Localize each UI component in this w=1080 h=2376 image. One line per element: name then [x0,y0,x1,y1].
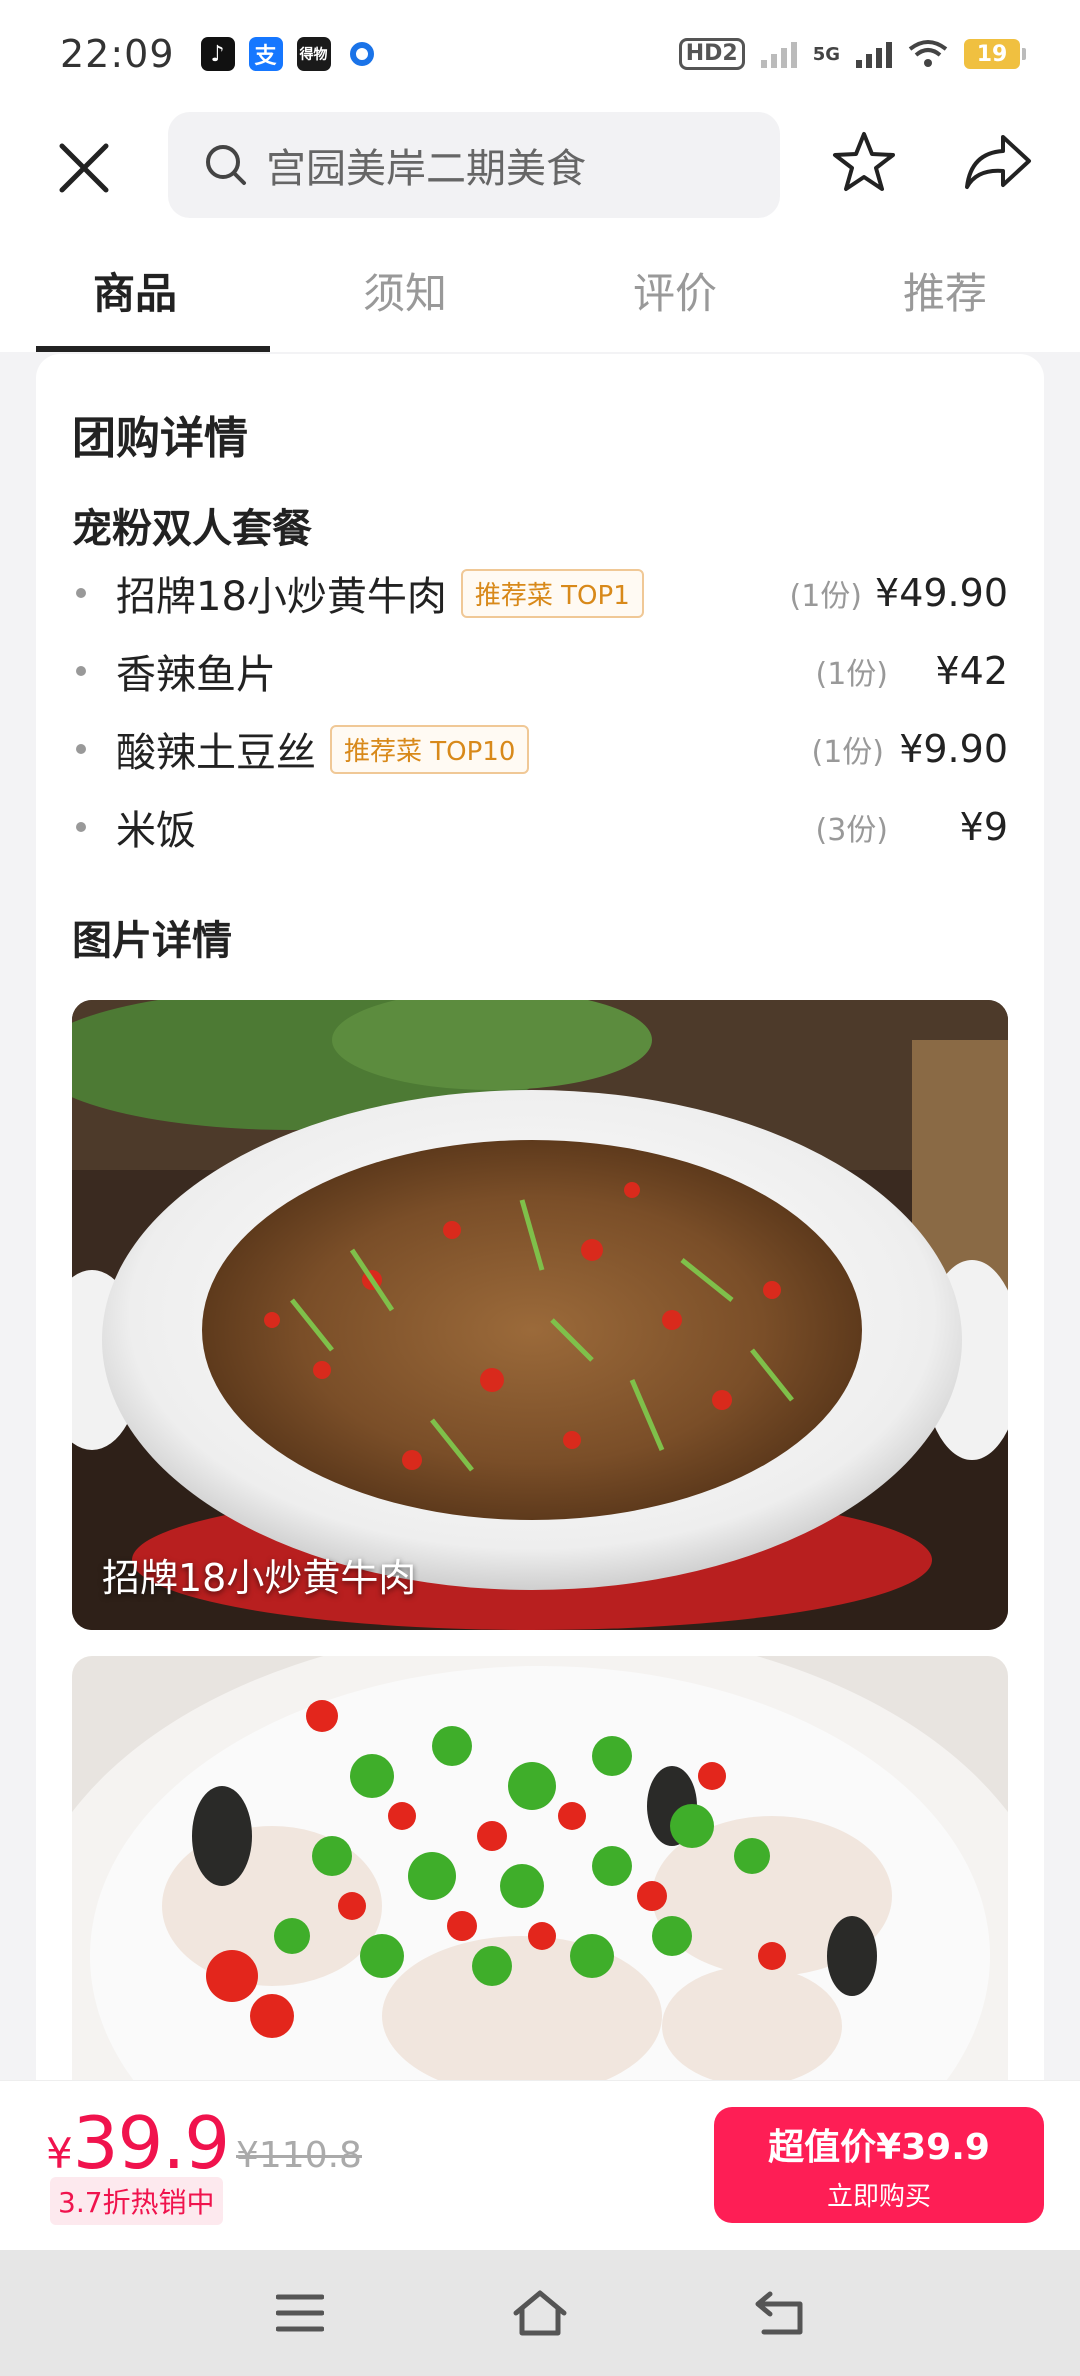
item-name: 香辣鱼片 [116,652,276,698]
close-button[interactable] [34,118,134,218]
item-price: ¥9 [959,805,1008,849]
signal-weak-icon [760,40,797,68]
share-button[interactable] [950,118,1046,206]
back-icon [755,2291,803,2335]
close-icon [59,143,109,193]
star-icon [833,132,895,191]
photos-section-title: 图片详情 [72,918,232,964]
home-icon [513,2290,567,2336]
share-icon [965,135,1031,189]
item-name: 米饭 [116,808,196,854]
item-qty: (1份) [815,657,889,692]
purchase-bar: ¥ 39.9 ¥110.8 3.7折热销中 超值价¥39.9 立即购买 [0,2080,1080,2250]
current-price: ¥ 39.9 [46,2101,230,2185]
network-type: 5G [812,43,840,65]
tab-reviews[interactable]: 评价 [540,228,810,352]
signal-strong-icon [856,40,892,68]
notification-icons: ♪ 支 得物 [200,37,379,71]
favorite-button[interactable] [820,118,908,206]
nav-back-button[interactable] [735,2268,825,2358]
search-input[interactable]: 宫园美岸二期美食 [168,112,780,218]
tab-recommend[interactable]: 推荐 [810,228,1080,352]
nav-home-button[interactable] [495,2268,585,2358]
currency-symbol: ¥ [46,2129,73,2178]
fish-dish-image [72,1656,1008,2094]
dish-photo[interactable]: 招牌18小炒黄牛肉 [72,1000,1008,1630]
dish-photo[interactable] [72,1656,1008,2094]
beef-dish-image [72,1000,1008,1630]
list-item: 酸辣土豆丝 推荐菜 TOP10 (1份) ¥9.90 [72,714,1008,784]
buy-now-button[interactable]: 超值价¥39.9 立即购买 [714,2107,1044,2223]
deal-section-title: 团购详情 [72,413,248,464]
search-icon [206,145,246,185]
item-price: ¥9.90 [899,727,1008,771]
discount-badge: 3.7折热销中 [50,2177,223,2225]
photo-caption: 招牌18小炒黄牛肉 [102,1556,417,1600]
bullet [76,666,86,676]
status-bar: 22:09 ♪ 支 得物 HD2 5G 19 [0,0,1080,108]
item-price: ¥49.90 [875,571,1008,615]
system-nav-bar [0,2250,1080,2376]
tab-notice[interactable]: 须知 [270,228,540,352]
buy-sub-label: 立即购买 [826,2181,931,2212]
wifi-icon [908,40,948,67]
tab-product[interactable]: 商品 [0,228,270,352]
item-price: ¥42 [935,649,1008,693]
list-item: 香辣鱼片 (1份) ¥42 [72,636,1008,706]
dot-icon [345,37,379,71]
bullet [76,822,86,832]
set-name: 宠粉双人套餐 [72,506,312,552]
battery-indicator: 19 [964,39,1026,69]
status-right: HD2 5G 19 [678,38,1026,70]
tiktok-icon: ♪ [200,37,235,71]
item-qty: (1份) [811,735,885,770]
nav-menu-button[interactable] [255,2268,345,2358]
recommend-tag: 推荐菜 TOP10 [330,724,530,774]
original-price: ¥110.8 [236,2135,362,2176]
deal-card: 团购详情 宠粉双人套餐 招牌18小炒黄牛肉 推荐菜 TOP1 (1份) ¥49.… [36,354,1044,2094]
item-qty: (1份) [789,579,863,614]
tab-bar: 商品 须知 评价 推荐 [0,228,1080,352]
alipay-icon: 支 [248,37,283,71]
news-icon: 得物 [296,37,331,71]
list-item: 米饭 (3份) ¥9 [72,792,1008,862]
recommend-tag: 推荐菜 TOP1 [460,568,644,618]
bullet [76,744,86,754]
menu-icon [276,2294,324,2332]
search-text: 宫园美岸二期美食 [266,146,586,192]
buy-main-label: 超值价¥39.9 [768,2126,990,2168]
status-time: 22:09 [60,32,175,76]
current-price-value: 39.9 [72,2101,230,2185]
header: 宫园美岸二期美食 [0,108,1080,228]
item-qty: (3份) [815,813,889,848]
bullet [76,588,86,598]
item-name: 酸辣土豆丝 [116,730,316,776]
hd-badge: HD2 [678,38,745,70]
list-item: 招牌18小炒黄牛肉 推荐菜 TOP1 (1份) ¥49.90 [72,558,1008,628]
item-name: 招牌18小炒黄牛肉 [116,574,447,620]
